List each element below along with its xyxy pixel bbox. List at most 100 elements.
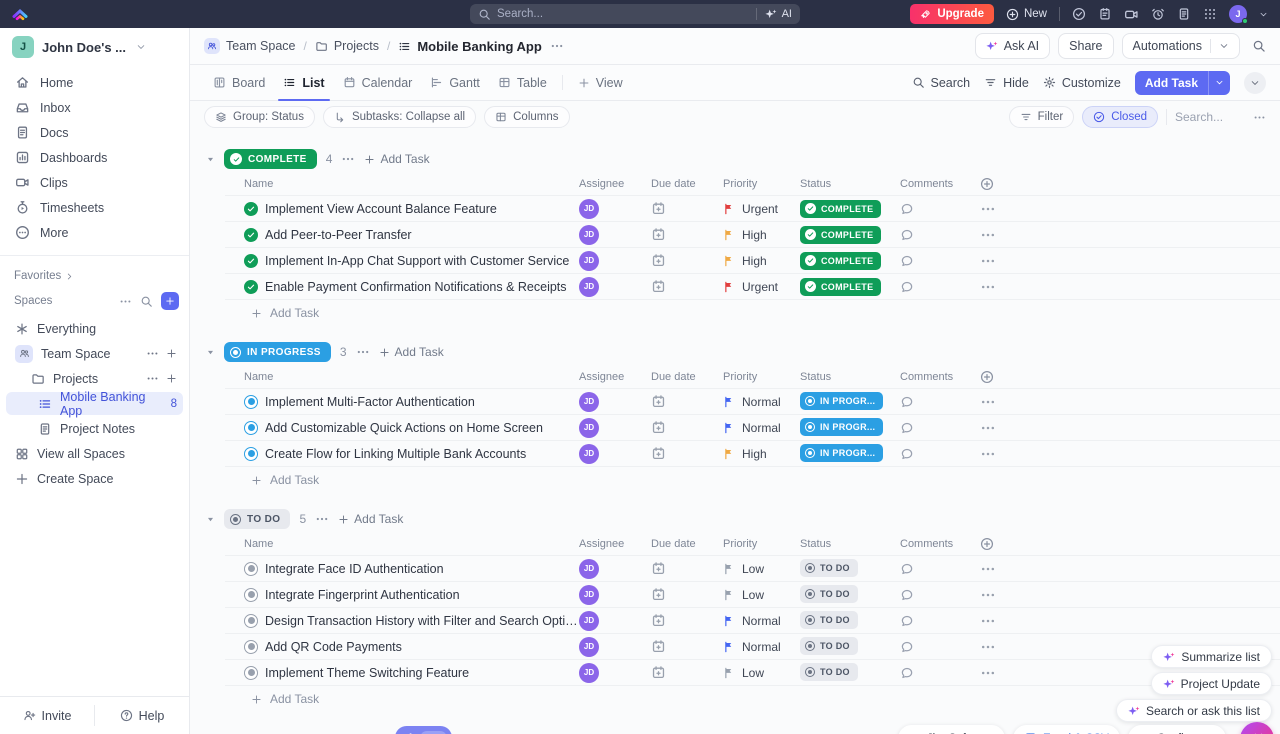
list-search[interactable] [1175,110,1266,124]
due-date-calendar-icon[interactable] [651,587,666,602]
due-date-calendar-icon[interactable] [651,394,666,409]
priority-cell[interactable]: High [723,254,800,268]
row-menu-icon[interactable] [980,639,996,655]
due-date-calendar-icon[interactable] [651,201,666,216]
group-add-task-button[interactable]: Add Task [364,152,429,166]
status-in-progress-icon[interactable] [244,421,258,435]
subtasks-pill[interactable]: Subtasks: Collapse all [323,106,476,128]
ai-fab-button[interactable] [1240,722,1274,734]
new-button[interactable]: New [1006,8,1047,21]
group-by-pill[interactable]: Group: Status [204,106,315,128]
column-assignee[interactable]: Assignee [579,178,651,190]
sidebar-item-mobile-banking-app[interactable]: Mobile Banking App8 [6,392,183,415]
chevron-down-icon[interactable] [136,42,146,52]
breadcrumb-menu-icon[interactable] [550,39,564,53]
due-date-calendar-icon[interactable] [651,613,666,628]
global-search[interactable]: AI [470,4,800,24]
assignee-avatar[interactable]: JD [579,611,599,631]
tab-gantt[interactable]: Gantt [421,65,489,100]
row-menu-icon[interactable] [980,394,996,410]
notepad-icon[interactable] [1098,7,1112,21]
assignee-avatar[interactable]: JD [579,277,599,297]
row-menu-icon[interactable] [980,279,996,295]
global-search-input[interactable] [497,8,750,20]
group-add-task-button[interactable]: Add Task [338,512,403,526]
comments-icon[interactable] [900,588,914,602]
comments-icon[interactable] [900,562,914,576]
status-in-progress-icon[interactable] [244,447,258,461]
sidebar-item-project-notes[interactable]: Project Notes [6,417,183,440]
task-name[interactable]: Implement In-App Chat Support with Custo… [265,254,569,268]
breadcrumb-team-space[interactable]: Team Space [204,38,295,54]
status-complete-icon[interactable] [244,202,258,216]
column-comments[interactable]: Comments [900,178,980,190]
status-badge-in-progress[interactable]: IN PROGRESS [224,342,331,362]
status-complete-icon[interactable] [244,280,258,294]
status-in-progress-icon[interactable] [244,395,258,409]
assignee-avatar[interactable]: JD [579,199,599,219]
task-row[interactable]: Integrate Face ID Authentication JD Low … [225,556,1280,582]
assignee-avatar[interactable]: JD [579,225,599,245]
upgrade-button[interactable]: Upgrade [910,4,994,24]
task-row[interactable]: Enable Payment Confirmation Notification… [225,274,1280,300]
add-space-button[interactable] [161,292,179,310]
filter-pill[interactable]: Filter [1009,106,1075,128]
column-status[interactable]: Status [800,178,900,190]
status-badge-complete[interactable]: COMPLETE [224,149,317,169]
task-name[interactable]: Add Peer-to-Peer Transfer [265,228,412,242]
status-badge[interactable]: IN PROGR... [800,418,883,436]
folder-menu-icon[interactable] [146,372,159,385]
priority-cell[interactable]: Low [723,562,800,576]
row-menu-icon[interactable] [980,420,996,436]
ai-chip[interactable]: AI [756,8,792,20]
sidebar-item-projects-folder[interactable]: Projects [6,367,183,390]
due-date-calendar-icon[interactable] [651,446,666,461]
status-todo-icon[interactable] [244,562,258,576]
status-todo-icon[interactable] [244,614,258,628]
column-name[interactable]: Name [225,178,579,190]
comments-icon[interactable] [900,395,914,409]
status-badge[interactable]: IN PROGR... [800,444,883,462]
task-name[interactable]: Add Customizable Quick Actions on Home S… [265,421,543,435]
sidebar-item-inbox[interactable]: Inbox [0,95,189,120]
confluence-button[interactable]: Confluence [1128,725,1226,734]
priority-cell[interactable]: Urgent [723,202,800,216]
task-row[interactable]: Create Flow for Linking Multiple Bank Ac… [225,441,1280,467]
comments-icon[interactable] [900,614,914,628]
task-name[interactable]: Implement View Account Balance Feature [265,202,497,216]
status-badge[interactable]: TO DO [800,585,858,603]
columns-pill[interactable]: Columns [484,106,569,128]
comments-icon[interactable] [900,228,914,242]
task-name[interactable]: Add QR Code Payments [265,640,402,654]
row-menu-icon[interactable] [980,665,996,681]
list-search-input[interactable] [1175,110,1245,124]
spaces-search-icon[interactable] [140,295,153,308]
breadcrumb-projects[interactable]: Projects [315,39,379,53]
column-assignee[interactable]: Assignee [579,371,651,383]
priority-cell[interactable]: High [723,228,800,242]
task-row[interactable]: Implement In-App Chat Support with Custo… [225,248,1280,274]
priority-cell[interactable]: Normal [723,421,800,435]
hide-button[interactable]: Hide [984,76,1029,90]
status-badge[interactable]: TO DO [800,663,858,681]
tasks-check-icon[interactable] [1072,7,1086,21]
assignee-avatar[interactable]: JD [579,444,599,464]
project-update-button[interactable]: Project Update [1151,672,1272,695]
sidebar-item-dashboards[interactable]: Dashboards [0,145,189,170]
add-task-inline[interactable]: Add Task [225,306,579,320]
add-task-inline[interactable]: Add Task [225,692,579,706]
tab-board[interactable]: Board [204,65,274,100]
search-options-icon[interactable] [1253,111,1266,124]
search-or-ask-button[interactable]: Search or ask this list [1116,699,1272,722]
space-add-icon[interactable] [166,348,177,359]
group-menu-icon[interactable] [356,345,370,359]
share-button[interactable]: Share [1058,33,1113,59]
status-badge[interactable]: COMPLETE [800,200,881,218]
status-todo-icon[interactable] [244,640,258,654]
task-row[interactable]: Integrate Fingerprint Authentication JD … [225,582,1280,608]
sidebar-item-everything[interactable]: Everything [6,317,183,340]
due-date-calendar-icon[interactable] [651,227,666,242]
row-menu-icon[interactable] [980,253,996,269]
sidebar-item-timesheets[interactable]: Timesheets [0,195,189,220]
status-badge[interactable]: TO DO [800,559,858,577]
